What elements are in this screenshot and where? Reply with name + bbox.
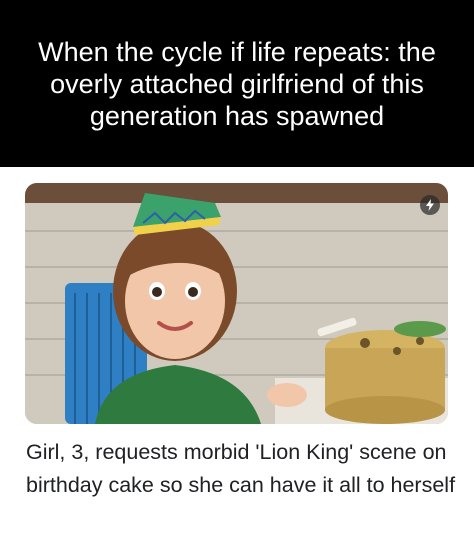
article-headline[interactable]: Girl, 3, requests morbid 'Lion King' sce… [26, 436, 456, 502]
caption-text: When the cycle if life repeats: the over… [38, 36, 436, 131]
meme-container: When the cycle if life repeats: the over… [0, 0, 474, 553]
lightning-bolt-icon [420, 195, 440, 215]
article-photo [25, 183, 448, 424]
meme-caption: When the cycle if life repeats: the over… [0, 0, 474, 167]
article-thumbnail[interactable] [25, 183, 448, 424]
